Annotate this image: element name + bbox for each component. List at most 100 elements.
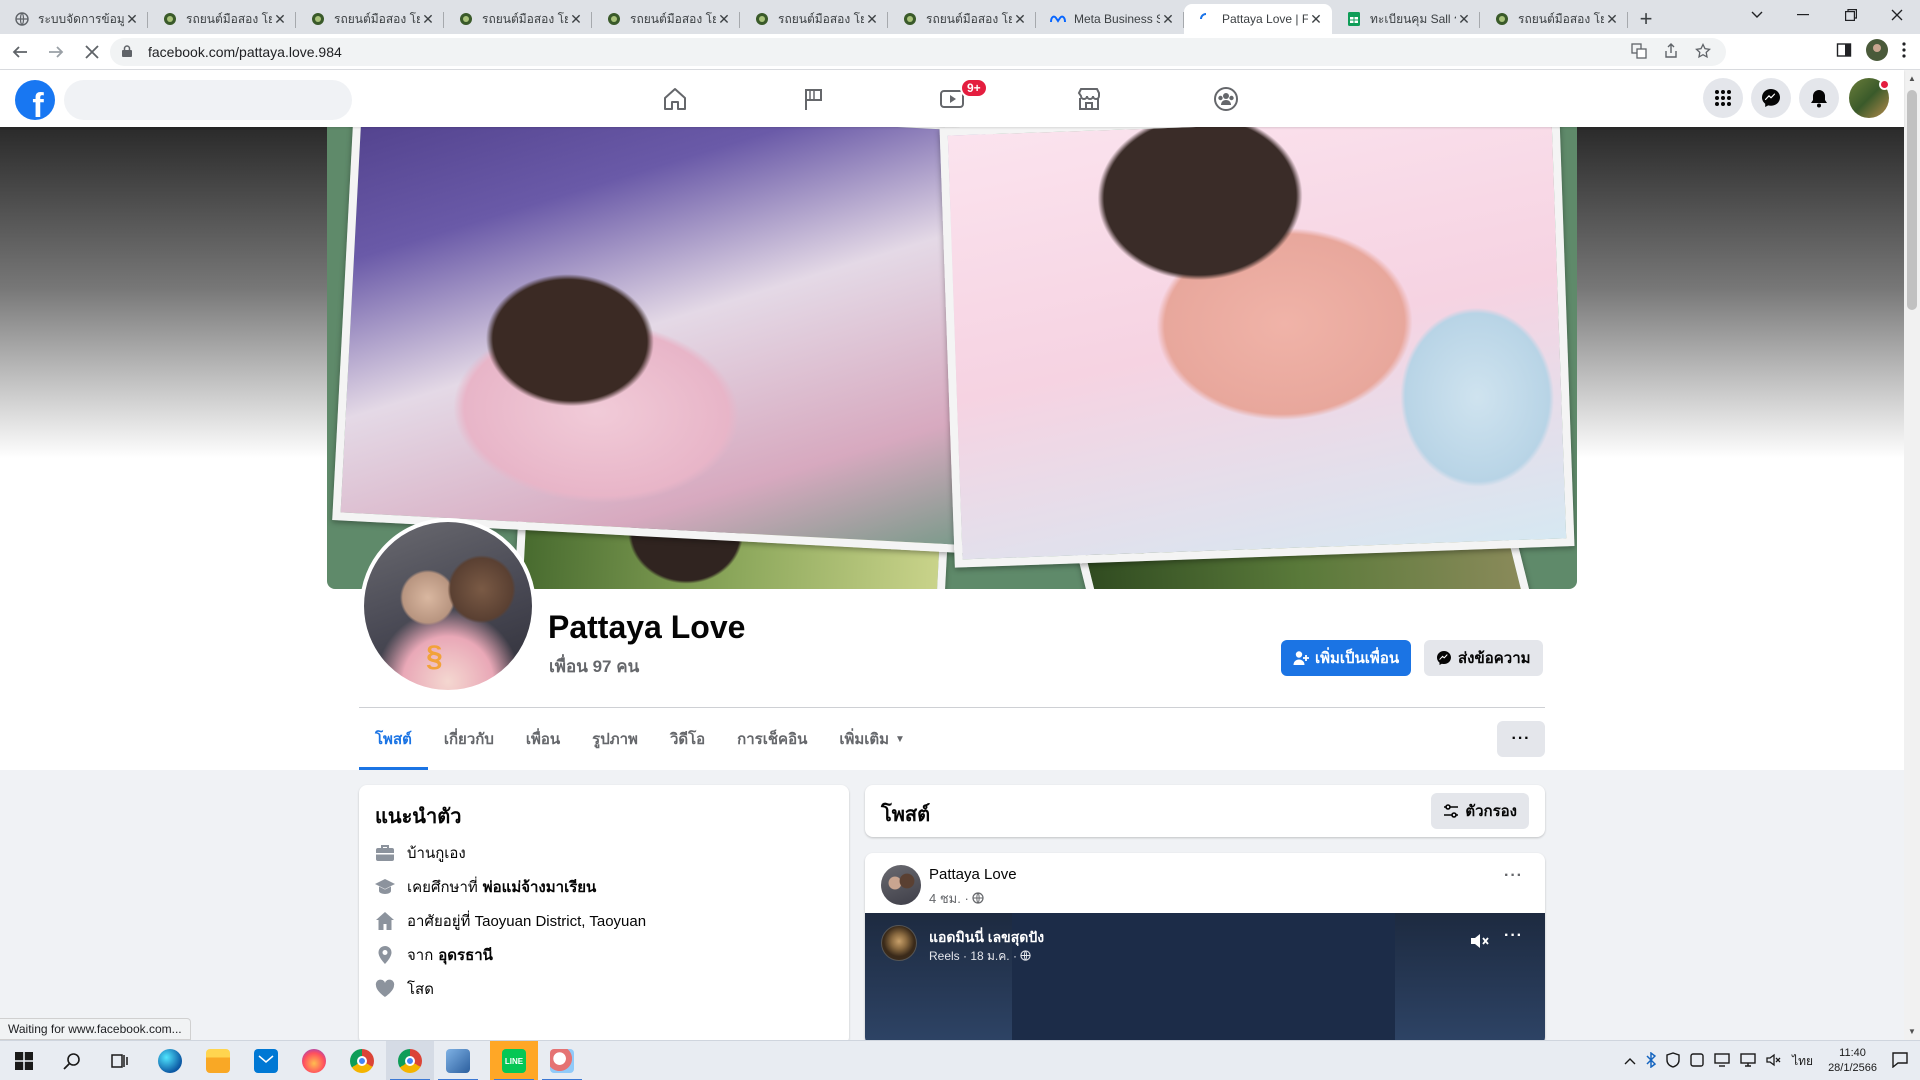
nav-home[interactable] bbox=[619, 70, 731, 127]
scrollbar-thumb[interactable] bbox=[1907, 90, 1917, 310]
bookmark-star-icon[interactable] bbox=[1694, 42, 1712, 62]
nav-groups[interactable] bbox=[1170, 70, 1282, 127]
taskbar-paint[interactable] bbox=[538, 1041, 586, 1080]
side-panel-icon[interactable] bbox=[1836, 42, 1852, 63]
share-icon[interactable] bbox=[1662, 42, 1680, 62]
reel-video[interactable]: แอดมินนี่ เลขสุดปัง Reels · 18 ม.ค. · ··… bbox=[865, 913, 1545, 1045]
send-message-button[interactable]: ส่งข้อความ bbox=[1424, 640, 1543, 676]
input-language[interactable]: ไทย bbox=[1792, 1052, 1813, 1071]
address-bar[interactable]: facebook.com/pattaya.love.984 bbox=[110, 38, 1726, 66]
messenger-button[interactable] bbox=[1751, 78, 1791, 118]
chrome-profile-avatar[interactable] bbox=[1866, 38, 1888, 66]
taskbar-clock[interactable]: 11:40 28/1/2566 bbox=[1828, 1046, 1877, 1076]
taskbar-firefox[interactable] bbox=[290, 1041, 338, 1080]
browser-tab[interactable]: ทะเบียนคุม Sall ระ✕ bbox=[1332, 4, 1480, 34]
taskbar-explorer[interactable] bbox=[194, 1041, 242, 1080]
taskbar-chrome[interactable] bbox=[338, 1041, 386, 1080]
start-button[interactable] bbox=[0, 1041, 48, 1080]
volume-muted-icon[interactable] bbox=[1766, 1053, 1782, 1070]
close-tab-icon[interactable]: ✕ bbox=[1308, 11, 1324, 28]
close-window-icon[interactable] bbox=[1874, 0, 1920, 30]
nav-pages[interactable] bbox=[758, 70, 870, 127]
hometown-name[interactable]: อุดรธานี bbox=[438, 943, 493, 967]
facebook-logo[interactable]: f bbox=[15, 80, 55, 120]
browser-tab[interactable]: ระบบจัดการข้อมูล ✕ bbox=[0, 4, 148, 34]
reel-author-name[interactable]: แอดมินนี่ เลขสุดปัง bbox=[929, 927, 1044, 949]
post-author-avatar[interactable] bbox=[881, 865, 921, 905]
school-name[interactable]: พ่อแม่จ้างมาเรียน bbox=[483, 875, 597, 899]
restore-icon[interactable] bbox=[1828, 0, 1874, 30]
url-text: facebook.com/pattaya.love.984 bbox=[148, 44, 342, 60]
close-tab-icon[interactable]: ✕ bbox=[864, 11, 880, 28]
browser-tab-active[interactable]: Pattaya Love | F ✕ bbox=[1184, 4, 1332, 34]
scroll-down-arrow-icon[interactable]: ▼ bbox=[1908, 1027, 1916, 1036]
close-tab-icon[interactable]: ✕ bbox=[568, 11, 584, 28]
posts-header-card: โพสต์ ตัวกรอง bbox=[865, 785, 1545, 837]
close-tab-icon[interactable]: ✕ bbox=[1012, 11, 1028, 28]
taskbar-line[interactable]: LINE bbox=[490, 1041, 538, 1080]
reel-options-button[interactable]: ··· bbox=[1504, 927, 1523, 945]
tab-posts[interactable]: โพสต์ bbox=[359, 708, 428, 770]
filter-button[interactable]: ตัวกรอง bbox=[1431, 793, 1529, 829]
tray-app-icon[interactable] bbox=[1690, 1052, 1704, 1070]
security-shield-icon[interactable] bbox=[1666, 1051, 1680, 1071]
cover-photo[interactable] bbox=[327, 127, 1577, 589]
browser-tab[interactable]: รถยนต์มือสอง โยฯ✕ bbox=[888, 4, 1036, 34]
task-view[interactable] bbox=[96, 1041, 144, 1080]
chrome-menu-icon[interactable] bbox=[1902, 41, 1906, 63]
taskbar-chrome-profile[interactable] bbox=[386, 1041, 434, 1080]
close-tab-icon[interactable]: ✕ bbox=[1604, 11, 1620, 28]
back-icon[interactable] bbox=[4, 36, 36, 68]
network-icon[interactable] bbox=[1740, 1052, 1756, 1070]
friend-count[interactable]: เพื่อน 97 คน bbox=[549, 653, 639, 680]
taskbar-app[interactable] bbox=[434, 1041, 482, 1080]
menu-button[interactable] bbox=[1703, 78, 1743, 118]
browser-tab[interactable]: รถยนต์มือสอง โยฯ✕ bbox=[148, 4, 296, 34]
profile-more-button[interactable]: ··· bbox=[1497, 721, 1545, 757]
taskbar-edge[interactable] bbox=[146, 1041, 194, 1080]
tab-search-icon[interactable] bbox=[1734, 0, 1780, 30]
browser-tab[interactable]: รถยนต์มือสอง โยฯ✕ bbox=[296, 4, 444, 34]
tray-display-icon[interactable] bbox=[1714, 1052, 1730, 1070]
tab-checkins[interactable]: การเช็คอิน bbox=[721, 708, 823, 770]
tab-friends[interactable]: เพื่อน bbox=[510, 708, 576, 770]
facebook-search-input[interactable] bbox=[64, 80, 352, 120]
tab-photos[interactable]: รูปภาพ bbox=[576, 708, 654, 770]
page-scrollbar[interactable]: ▲ ▼ bbox=[1904, 70, 1920, 1040]
notification-center-icon[interactable] bbox=[1892, 1051, 1908, 1071]
new-tab-button[interactable]: + bbox=[1628, 4, 1664, 34]
post-time[interactable]: 4 ชม. · bbox=[929, 891, 972, 906]
forward-icon[interactable] bbox=[40, 36, 72, 68]
tab-more[interactable]: เพิ่มเติม ▼ bbox=[823, 708, 921, 770]
post-options-button[interactable]: ··· bbox=[1504, 867, 1523, 885]
browser-tab[interactable]: รถยนต์มือสอง โยฯ✕ bbox=[444, 4, 592, 34]
close-tab-icon[interactable]: ✕ bbox=[1160, 11, 1176, 28]
taskbar-mail[interactable] bbox=[242, 1041, 290, 1080]
browser-tab[interactable]: Meta Business S ✕ bbox=[1036, 4, 1184, 34]
show-hidden-icons[interactable] bbox=[1624, 1054, 1636, 1068]
reel-author-avatar[interactable] bbox=[881, 925, 917, 961]
browser-tab[interactable]: รถยนต์มือสอง โยฯ✕ bbox=[592, 4, 740, 34]
close-tab-icon[interactable]: ✕ bbox=[1456, 11, 1472, 28]
tab-videos[interactable]: วิดีโอ bbox=[654, 708, 721, 770]
translate-icon[interactable] bbox=[1630, 42, 1648, 62]
post-author-name[interactable]: Pattaya Love bbox=[929, 866, 1017, 883]
add-friend-button[interactable]: เพิ่มเป็นเพื่อน bbox=[1281, 640, 1412, 676]
close-tab-icon[interactable]: ✕ bbox=[272, 11, 288, 28]
minimize-icon[interactable] bbox=[1780, 0, 1826, 30]
taskbar-search[interactable] bbox=[48, 1041, 96, 1080]
nav-marketplace[interactable] bbox=[1033, 70, 1145, 127]
nav-watch[interactable]: 9+ bbox=[896, 70, 1008, 127]
mute-icon[interactable] bbox=[1469, 931, 1489, 956]
browser-tab[interactable]: รถยนต์มือสอง โยฯ✕ bbox=[740, 4, 888, 34]
tab-about[interactable]: เกี่ยวกับ bbox=[428, 708, 510, 770]
close-tab-icon[interactable]: ✕ bbox=[420, 11, 436, 28]
notifications-button[interactable] bbox=[1799, 78, 1839, 118]
close-tab-icon[interactable]: ✕ bbox=[716, 11, 732, 28]
profile-picture[interactable]: § bbox=[360, 518, 536, 694]
stop-loading-icon[interactable] bbox=[76, 36, 108, 68]
bluetooth-icon[interactable] bbox=[1646, 1051, 1657, 1071]
close-tab-icon[interactable]: ✕ bbox=[124, 11, 140, 28]
browser-tab[interactable]: รถยนต์มือสอง โยฯ✕ bbox=[1480, 4, 1628, 34]
scroll-up-arrow-icon[interactable]: ▲ bbox=[1908, 74, 1916, 83]
